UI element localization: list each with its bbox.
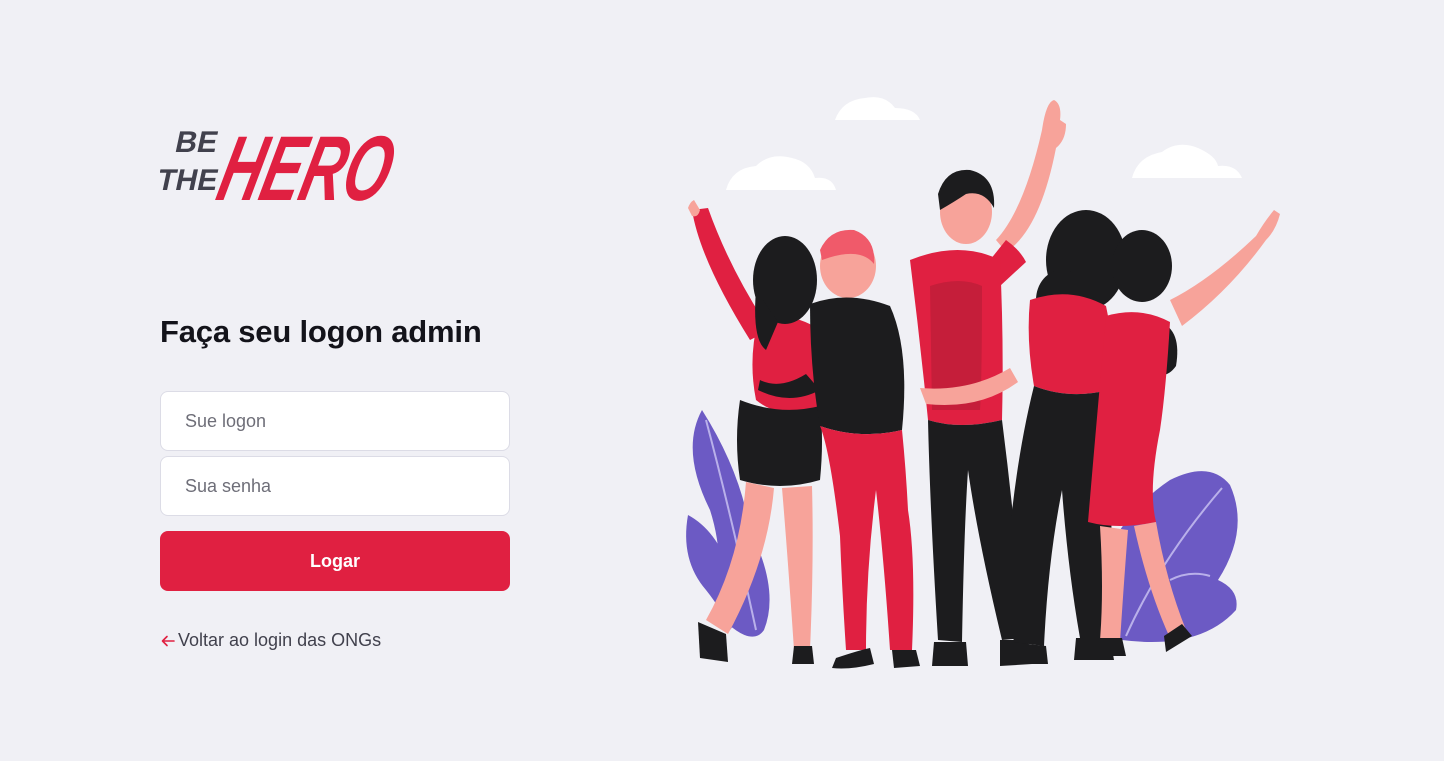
login-button[interactable]: Logar — [160, 531, 510, 591]
back-to-ong-login-link[interactable]: Voltar ao login das ONGs — [160, 630, 381, 651]
page-title: Faça seu logon admin — [160, 314, 482, 349]
back-link-label: Voltar ao login das ONGs — [178, 630, 382, 650]
logo-the: THE — [160, 164, 221, 197]
logo-hero: HERO — [209, 116, 405, 214]
logo-be: BE — [172, 126, 221, 159]
password-input[interactable] — [160, 456, 510, 516]
be-the-hero-logo: BE THE HERO — [160, 116, 405, 214]
logon-input[interactable] — [160, 391, 510, 451]
arrow-left-icon — [161, 635, 175, 646]
heroes-illustration — [686, 97, 1280, 669]
cloud-icon — [726, 97, 1242, 190]
